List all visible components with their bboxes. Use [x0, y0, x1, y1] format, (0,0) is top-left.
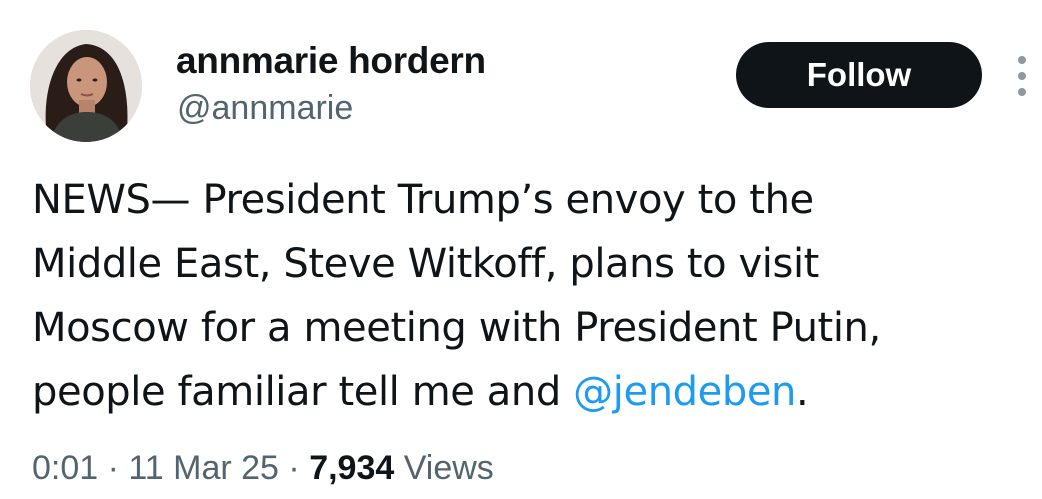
tweet-text-line-last: people familiar tell me and @jendeben. — [32, 360, 1032, 424]
more-dot — [1018, 56, 1026, 64]
avatar-photo — [30, 30, 142, 142]
author-handle[interactable]: @annmarie — [177, 89, 353, 128]
tweet-card: annmarie hordern @annmarie Follow NEWS— … — [0, 0, 1042, 499]
more-dot — [1018, 72, 1026, 80]
avatar[interactable] — [30, 30, 142, 142]
tweet-text-line: NEWS— President Trump’s envoy to the — [32, 177, 814, 223]
more-dot — [1018, 88, 1026, 96]
tweet-text: NEWS— President Trump’s envoy to the Mid… — [32, 168, 1032, 424]
tweet-text-line: Moscow for a meeting with President Puti… — [32, 305, 881, 351]
tweet-text-segment: people familiar tell me and — [32, 369, 574, 415]
views-count[interactable]: 7,934 — [309, 449, 394, 487]
tweet-text-line: Middle East, Steve Witkoff, plans to vis… — [32, 241, 819, 287]
mention-link[interactable]: @jendeben — [573, 369, 796, 415]
more-vertical-icon[interactable] — [1012, 56, 1032, 96]
tweet-meta: 0:01 · 11 Mar 25 · 7,934 Views — [32, 449, 494, 488]
tweet-date[interactable]: 11 Mar 25 — [128, 449, 279, 487]
meta-separator: · — [98, 449, 129, 487]
author-display-name[interactable]: annmarie hordern — [176, 40, 486, 82]
meta-separator: · — [278, 449, 310, 487]
tweet-time[interactable]: 0:01 — [32, 449, 98, 487]
views-label: Views — [394, 449, 494, 487]
tweet-text-trailing: . — [796, 369, 809, 415]
follow-button[interactable]: Follow — [736, 42, 982, 108]
